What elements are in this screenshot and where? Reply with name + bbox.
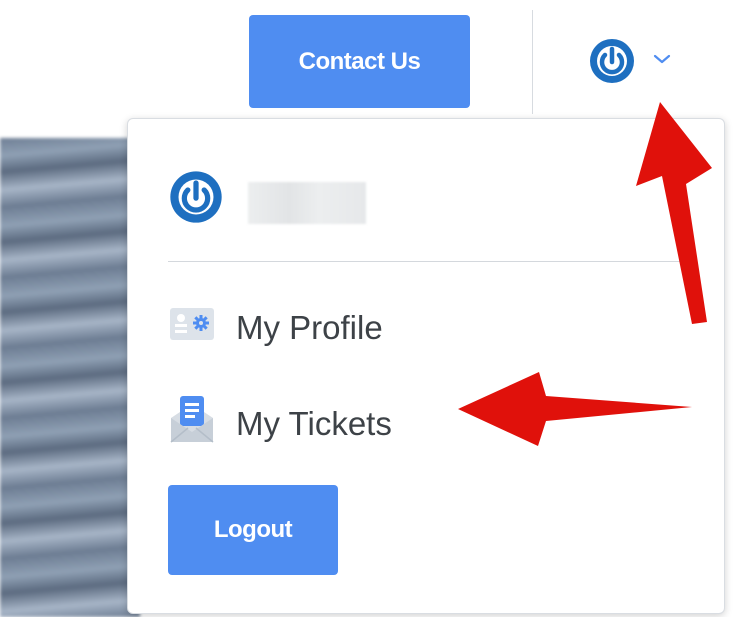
menu-item-my-profile[interactable]: My Profile <box>168 304 383 352</box>
profile-card-icon <box>168 304 216 352</box>
dropdown-divider <box>168 261 682 262</box>
ticket-envelope-icon <box>168 394 216 454</box>
user-dropdown-menu: My Profile My Tickets Logout <box>127 118 725 614</box>
dropdown-user-header <box>168 169 366 230</box>
menu-item-label: My Tickets <box>236 405 392 442</box>
redacted-user-name <box>248 181 366 224</box>
user-avatar-power-icon <box>168 169 224 230</box>
background-image <box>0 138 140 617</box>
power-icon <box>588 37 636 85</box>
menu-item-my-tickets[interactable]: My Tickets <box>168 394 392 454</box>
user-menu-toggle[interactable] <box>588 30 698 92</box>
logout-button[interactable]: Logout <box>168 485 338 575</box>
contact-us-button[interactable]: Contact Us <box>249 15 470 108</box>
header-divider <box>532 10 533 114</box>
chevron-down-icon[interactable] <box>652 52 672 70</box>
menu-item-label: My Profile <box>236 309 383 346</box>
